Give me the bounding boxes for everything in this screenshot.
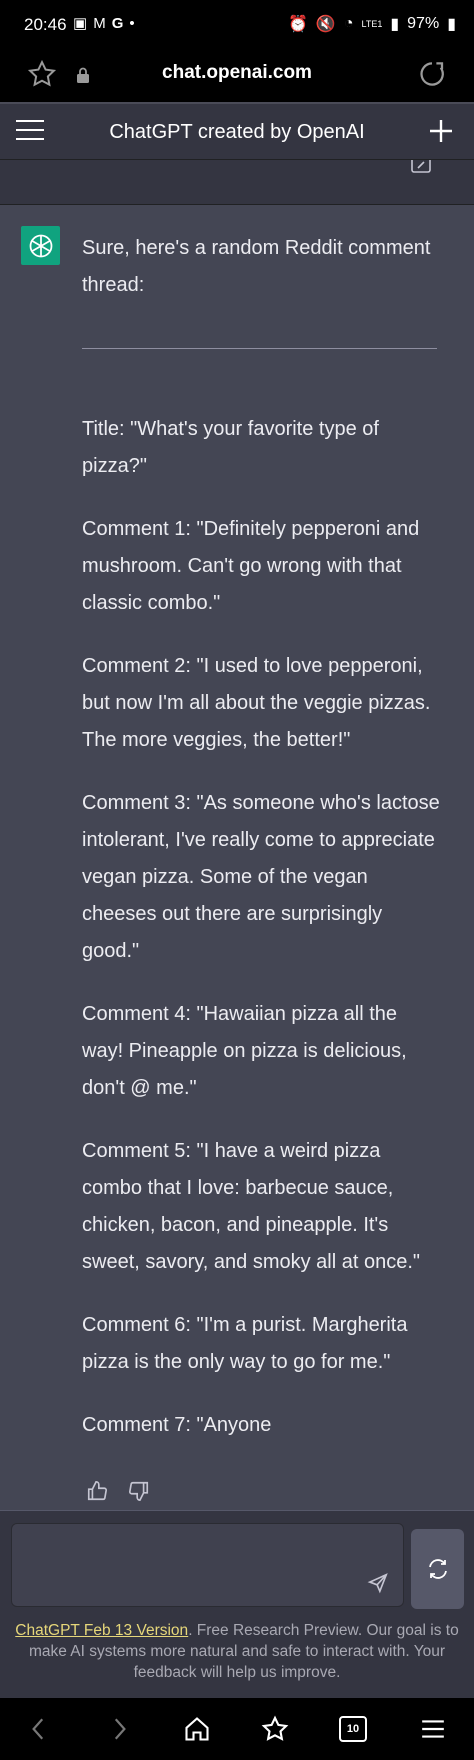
- dot-icon: •: [129, 14, 135, 32]
- gallery-icon: ▣: [73, 15, 88, 32]
- edit-icon[interactable]: [410, 160, 432, 174]
- forward-button[interactable]: [103, 1713, 135, 1745]
- comment-3: Comment 3: "As someone who's lactose int…: [82, 792, 440, 962]
- browser-menu-button[interactable]: [417, 1713, 449, 1745]
- notification-icons: ▣ M G •: [73, 14, 135, 33]
- reload-icon[interactable]: [417, 59, 447, 89]
- refresh-icon: [428, 1559, 447, 1579]
- new-chat-plus-icon[interactable]: [428, 118, 454, 144]
- status-time: 20:46: [24, 15, 67, 34]
- composer: [0, 1510, 474, 1620]
- feedback-buttons: [86, 1480, 150, 1502]
- chevron-left-icon: [32, 1718, 44, 1740]
- mute-icon: 🔇: [315, 16, 336, 33]
- comment-2: Comment 2: "I used to love pepperoni, bu…: [82, 655, 431, 751]
- gmail-icon: M: [93, 14, 106, 32]
- comment-6: Comment 6: "I'm a purist. Margherita piz…: [82, 1314, 408, 1373]
- signal-icon: ▮: [390, 16, 400, 33]
- status-bar: 20:46 ▣ M G • ⏰ 🔇 ◔ LTE1 ▮ 97% ▮: [0, 0, 474, 50]
- message-input[interactable]: [11, 1523, 404, 1607]
- browser-bottom-nav: 10: [0, 1698, 474, 1760]
- menu-icon: [422, 1720, 444, 1738]
- url-text[interactable]: chat.openai.com: [0, 62, 474, 84]
- browser-url-bar: chat.openai.com: [0, 50, 474, 102]
- battery-icon: ▮: [447, 16, 456, 33]
- tabs-icon: 10: [339, 1716, 367, 1742]
- footer-disclaimer: ChatGPT Feb 13 Version. Free Research Pr…: [0, 1620, 474, 1698]
- send-icon[interactable]: [367, 1572, 389, 1594]
- bookmarks-star-icon: [261, 1715, 289, 1741]
- regenerate-button[interactable]: [411, 1529, 464, 1609]
- tab-count: 10: [346, 1723, 360, 1735]
- chat-title: ChatGPT created by OpenAI: [109, 121, 365, 143]
- version-link[interactable]: ChatGPT Feb 13 Version: [15, 1622, 188, 1639]
- lte-label: LTE1: [361, 19, 383, 29]
- back-button[interactable]: [23, 1713, 55, 1745]
- comment-4: Comment 4: "Hawaiian pizza all the way! …: [82, 1003, 407, 1099]
- system-icons: ⏰ 🔇 ◔ LTE1 ▮ 97% ▮: [288, 14, 456, 34]
- bookmarks-button[interactable]: [259, 1713, 291, 1745]
- tabs-button[interactable]: 10: [337, 1713, 369, 1745]
- openai-logo-icon: [21, 226, 60, 265]
- comment-1: Comment 1: "Definitely pepperoni and mus…: [82, 518, 420, 614]
- comment-5: Comment 5: "I have a weird pizza combo t…: [82, 1140, 420, 1273]
- thumbs-down-icon[interactable]: [128, 1480, 150, 1502]
- assistant-message: Sure, here's a random Reddit comment thr…: [0, 204, 474, 1510]
- message-body: Sure, here's a random Reddit comment thr…: [82, 230, 442, 1470]
- alarm-icon: ⏰: [287, 16, 308, 33]
- thumbs-up-icon[interactable]: [86, 1480, 108, 1502]
- message-intro: Sure, here's a random Reddit comment thr…: [82, 237, 431, 296]
- previous-user-message: [0, 160, 474, 204]
- home-icon: [185, 1717, 209, 1741]
- google-icon: G: [111, 14, 124, 32]
- thread-title: Title: "What's your favorite type of piz…: [82, 418, 379, 477]
- comment-7: Comment 7: "Anyone: [82, 1414, 272, 1436]
- chevron-right-icon: [114, 1718, 126, 1740]
- chat-header: ChatGPT created by OpenAI: [0, 104, 474, 160]
- battery-level: 97%: [407, 15, 440, 32]
- wifi-icon: ◔: [343, 15, 354, 32]
- home-button[interactable]: [181, 1713, 213, 1745]
- horizontal-rule: [82, 348, 437, 349]
